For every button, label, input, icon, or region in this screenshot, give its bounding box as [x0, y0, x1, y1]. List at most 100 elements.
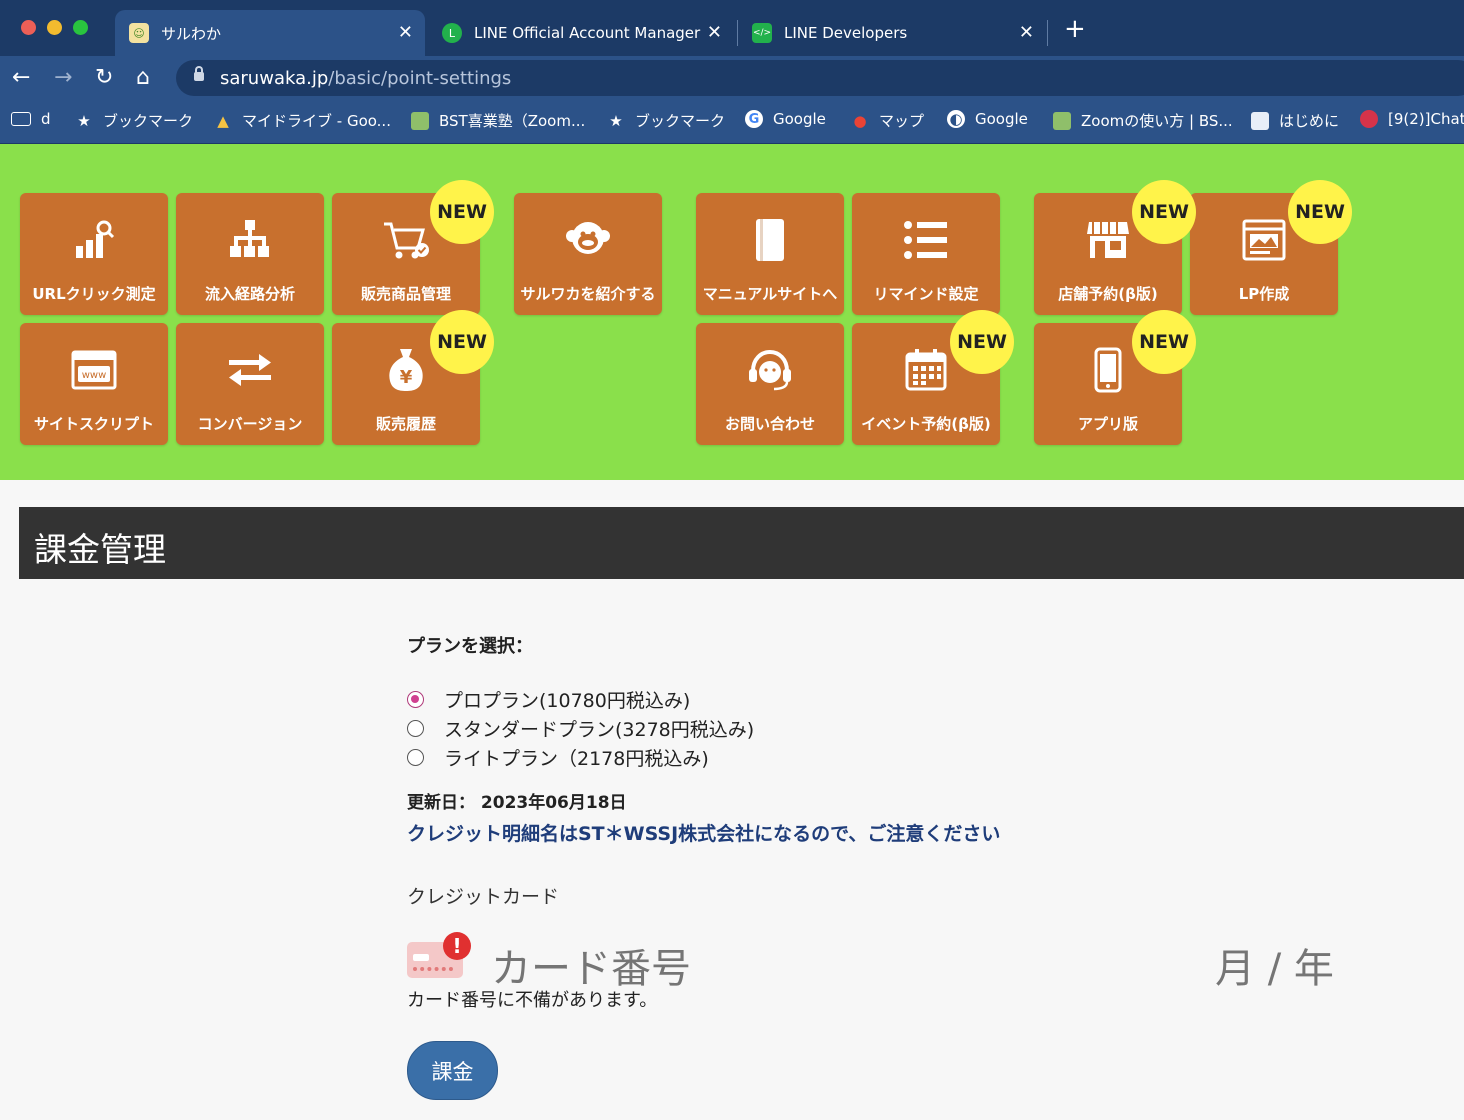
tile-label: サイトスクリプト: [33, 415, 154, 433]
star-icon: ★: [77, 111, 91, 130]
tab-close-icon[interactable]: ✕: [398, 22, 413, 43]
card-expiry-input[interactable]: 月 / 年: [1215, 936, 1334, 994]
google-drive-icon: ▲: [217, 111, 229, 130]
sitemap-icon: [176, 215, 324, 265]
menu-tile-remind-settings[interactable]: リマインド設定: [852, 193, 1000, 315]
svg-text:¥: ¥: [400, 367, 413, 388]
browser-tab-bar: ☺ サルわか ✕ L LINE Official Account Manager…: [0, 0, 1464, 56]
new-badge: NEW: [430, 180, 494, 244]
saruwaka-favicon-icon: ☺: [129, 23, 149, 43]
headset-icon: [696, 345, 844, 395]
radio-button[interactable]: [407, 749, 424, 766]
bookmark-label: Google: [773, 110, 826, 128]
card-error-message: カード番号に不備があります。: [407, 990, 658, 1011]
update-date: 更新日： 2023年06月18日: [407, 793, 627, 813]
lock-icon: [194, 66, 204, 81]
bookmark-item[interactable]: ★ ブックマーク: [75, 110, 193, 131]
pay-button[interactable]: 課金: [407, 1041, 498, 1100]
radio-button[interactable]: [407, 691, 424, 708]
menu-tile-conversion[interactable]: コンバージョン: [176, 323, 324, 445]
star-icon: ★: [609, 111, 623, 130]
bookmark-label: Google: [975, 110, 1028, 128]
bookmark-item[interactable]: Zoomの使い方 | BS...: [1053, 110, 1233, 131]
tab-close-icon[interactable]: ✕: [707, 22, 722, 43]
reload-icon[interactable]: ↻: [95, 64, 113, 92]
bookmark-item[interactable]: はじめに: [1251, 110, 1339, 131]
window-close-button[interactable]: [21, 20, 36, 35]
new-badge: NEW: [1288, 180, 1352, 244]
bookmark-label: はじめに: [1279, 112, 1340, 130]
tile-label: 流入経路分析: [204, 285, 295, 303]
bookmark-label: マイドライブ - Goo...: [242, 112, 391, 130]
credit-card-label: クレジットカード: [407, 886, 560, 908]
menu-tile-traffic-analysis[interactable]: 流入経路分析: [176, 193, 324, 315]
tile-label: マニュアルサイトへ: [702, 285, 838, 303]
bookmark-item[interactable]: ★ ブックマーク: [607, 110, 725, 131]
window-zoom-button[interactable]: [73, 20, 88, 35]
menu-tile-contact[interactable]: お問い合わせ: [696, 323, 844, 445]
tile-label: リマインド設定: [873, 285, 979, 303]
site-icon: [411, 111, 429, 130]
bookmark-label: [9(2)]Chat: [1388, 110, 1464, 128]
bookmark-label: d: [41, 110, 51, 128]
tile-label: LP作成: [1238, 285, 1290, 303]
bookmark-label: ブックマーク: [103, 112, 194, 130]
tile-label: イベント予約(β版): [861, 415, 991, 433]
tile-label: URLクリック測定: [32, 285, 156, 303]
bookmark-item[interactable]: BST喜業塾（Zoom...: [411, 110, 585, 131]
bookmark-item[interactable]: G Google: [745, 110, 826, 128]
menu-tile-site-script[interactable]: www サイトスクリプト: [20, 323, 168, 445]
site-icon: [1053, 111, 1071, 130]
site-icon: [1360, 110, 1378, 128]
tile-label: コンバージョン: [197, 415, 303, 433]
page-header: 課金管理: [19, 507, 1464, 579]
line-developers-favicon-icon: </>: [752, 23, 772, 43]
plan-option-light[interactable]: ライトプラン（2178円税込み): [407, 744, 709, 771]
bookmark-label: Zoomの使い方 | BS...: [1081, 112, 1233, 130]
bookmark-item[interactable]: ◐ Google: [947, 110, 1028, 128]
tile-label: 販売履歴: [375, 415, 436, 433]
new-tab-plus-icon[interactable]: +: [1064, 16, 1086, 42]
address-bar[interactable]: saruwaka.jp/basic/point-settings: [176, 60, 1464, 96]
bookmark-folder-d[interactable]: d: [11, 110, 51, 128]
bookmark-item[interactable]: ▲ マイドライブ - Goo...: [214, 110, 391, 131]
tab-divider: [1047, 20, 1048, 46]
plan-select-label: プランを選択：: [407, 636, 533, 657]
window-minimize-button[interactable]: [47, 20, 62, 35]
www-window-icon: www: [20, 345, 168, 395]
home-icon[interactable]: ⌂: [136, 64, 150, 92]
bookmark-item[interactable]: ● マップ: [851, 110, 924, 131]
chart-search-icon: [20, 215, 168, 265]
tile-label: お問い合わせ: [724, 415, 815, 433]
tab-line-developers[interactable]: </> LINE Developers ✕: [738, 10, 1046, 56]
folder-icon: [11, 112, 31, 126]
google-icon: G: [745, 110, 763, 128]
url-text[interactable]: saruwaka.jp/basic/point-settings: [220, 68, 511, 89]
tab-title: LINE Official Account Manager: [474, 24, 701, 42]
menu-tile-url-click[interactable]: URLクリック測定: [20, 193, 168, 315]
tab-close-icon[interactable]: ✕: [1019, 22, 1034, 43]
tile-label: 店舗予約(β版): [1058, 285, 1158, 303]
menu-tile-introduce-saruwaka[interactable]: サルワカを紹介する: [514, 193, 662, 315]
page-title: 課金管理: [34, 530, 166, 569]
plan-option-pro[interactable]: プロプラン(10780円税込み): [407, 686, 690, 713]
site-icon: [1251, 111, 1269, 130]
back-arrow-icon[interactable]: ←: [12, 64, 30, 92]
menu-tile-manual-site[interactable]: マニュアルサイトへ: [696, 193, 844, 315]
new-badge: NEW: [430, 310, 494, 374]
bookmark-label: ブックマーク: [635, 112, 726, 130]
new-badge: NEW: [950, 310, 1014, 374]
bookmarks-bar: d ★ ブックマーク ▲ マイドライブ - Goo... BST喜業塾（Zoom…: [0, 100, 1464, 144]
line-oa-favicon-icon: L: [442, 23, 462, 43]
forward-arrow-icon[interactable]: →: [54, 64, 72, 92]
new-badge: NEW: [1132, 310, 1196, 374]
bookmark-label: マップ: [879, 112, 925, 130]
credit-card-field: ! カード番号 月 / 年: [407, 932, 1347, 992]
radio-button[interactable]: [407, 720, 424, 737]
tile-label: 販売商品管理: [360, 285, 451, 303]
tab-title: サルわか: [161, 24, 222, 43]
tab-saruwaka[interactable]: ☺ サルわか ✕: [115, 10, 425, 56]
tab-line-official-account-manager[interactable]: L LINE Official Account Manager ✕: [428, 10, 734, 56]
plan-option-standard[interactable]: スタンダードプラン(3278円税込み): [407, 715, 754, 742]
bookmark-item[interactable]: [9(2)]Chat: [1360, 110, 1464, 128]
